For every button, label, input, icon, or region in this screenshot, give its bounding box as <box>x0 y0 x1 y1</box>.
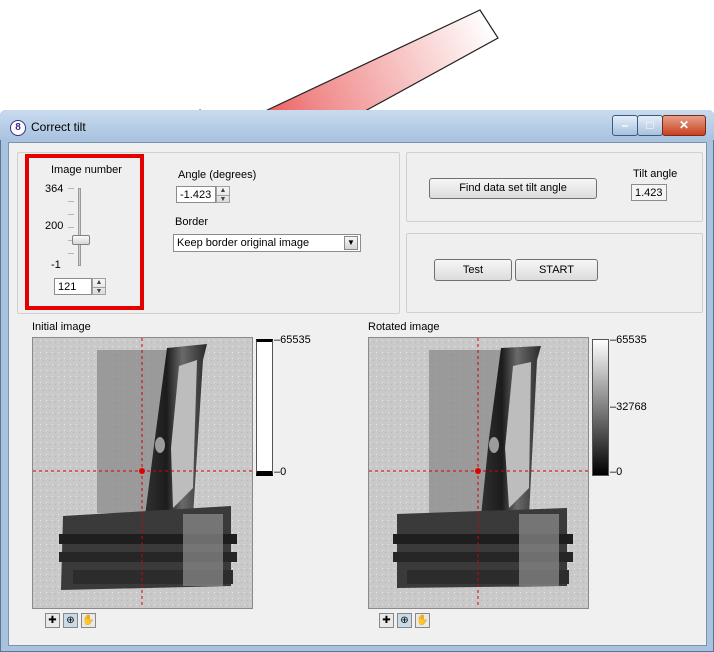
app-icon: 8 <box>10 120 26 136</box>
initial-scale-min: –0 <box>274 466 287 478</box>
tilt-angle-label: Tilt angle <box>633 168 678 180</box>
zoom-icon[interactable]: ⊕ <box>63 613 78 628</box>
rotated-scale-mid: –32768 <box>610 401 647 413</box>
rotated-image-view[interactable] <box>368 337 589 609</box>
zoom-icon[interactable]: ⊕ <box>397 613 412 628</box>
start-button[interactable]: START <box>515 259 598 281</box>
close-button[interactable]: ✕ <box>662 115 706 136</box>
highlight-box <box>25 154 144 310</box>
crosshair-icon[interactable]: ✚ <box>379 613 394 628</box>
initial-image-label: Initial image <box>32 321 91 333</box>
rotated-image-label: Rotated image <box>368 321 440 333</box>
border-selected-value: Keep border original image <box>177 237 310 249</box>
minimize-icon: – <box>621 118 629 132</box>
xray-initial <box>33 338 252 608</box>
window-title: Correct tilt <box>31 120 86 134</box>
initial-colorbar <box>256 339 273 476</box>
xray-rotated <box>369 338 588 608</box>
find-tilt-angle-button[interactable]: Find data set tilt angle <box>429 178 597 199</box>
rotated-colorbar <box>592 339 609 476</box>
title-bar[interactable] <box>0 110 714 140</box>
spin-down-icon[interactable]: ▼ <box>217 196 229 204</box>
angle-spinner[interactable]: ▲ ▼ <box>216 186 230 203</box>
border-label: Border <box>175 216 209 228</box>
rotated-scale-max: –65535 <box>610 334 647 346</box>
pan-hand-icon[interactable]: ✋ <box>81 613 96 628</box>
maximize-icon: □ <box>646 118 654 132</box>
angle-input[interactable]: -1.423 <box>176 186 216 203</box>
spin-up-icon[interactable]: ▲ <box>217 187 229 196</box>
tilt-angle-value: 1.423 <box>631 184 667 201</box>
rotated-scale-min: –0 <box>610 466 623 478</box>
initial-image-view[interactable] <box>32 337 253 609</box>
dropdown-arrow-icon[interactable]: ▼ <box>344 236 358 250</box>
initial-scale-max: –65535 <box>274 334 311 346</box>
test-button[interactable]: Test <box>434 259 512 281</box>
close-icon: ✕ <box>678 118 690 132</box>
pan-hand-icon[interactable]: ✋ <box>415 613 430 628</box>
minimize-button[interactable]: – <box>612 115 638 136</box>
border-select[interactable]: Keep border original image <box>173 234 361 252</box>
angle-label: Angle (degrees) <box>178 169 257 181</box>
maximize-button[interactable]: □ <box>637 115 663 136</box>
crosshair-icon[interactable]: ✚ <box>45 613 60 628</box>
